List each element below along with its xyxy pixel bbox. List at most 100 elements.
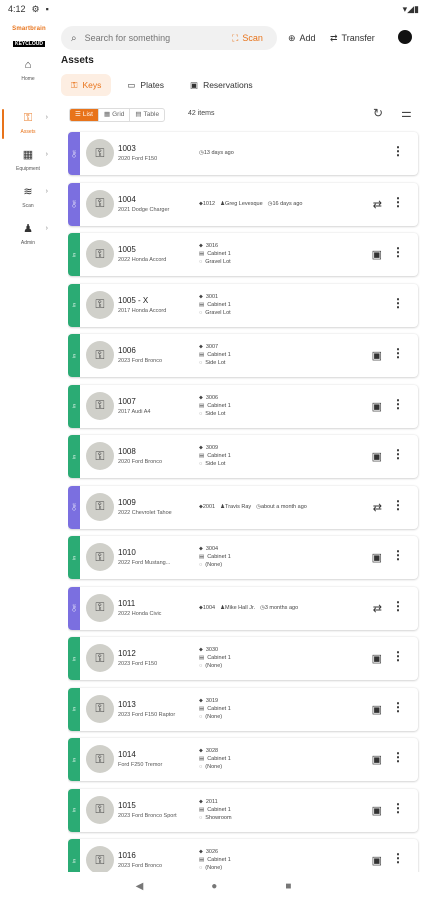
status-strip-in: In (68, 738, 80, 781)
rail-item-scan[interactable]: ≋ Scan › (0, 185, 56, 219)
tab-reservations[interactable]: ▣ Reservations (180, 74, 263, 96)
chevron-right-icon: › (45, 225, 48, 232)
more-options-icon[interactable]: ⋮ (392, 801, 404, 815)
reserve-calendar-icon[interactable]: ▣ (372, 854, 382, 867)
transfer-icon[interactable]: ⇄ (373, 602, 382, 615)
transfer-icon[interactable]: ⇄ (373, 198, 382, 211)
asset-vehicle: 2017 Audi A4 (118, 408, 151, 415)
reserve-calendar-icon[interactable]: ▣ (372, 804, 382, 817)
status-strip-out: Out (68, 586, 80, 630)
more-options-icon[interactable]: ⋮ (392, 498, 404, 512)
meta-slot: ⬥ 3004 (199, 545, 231, 553)
asset-card[interactable]: Out ⚿ 1004 2021 Dodge Charger ⬥1012 ♟Greg Lev… (68, 182, 418, 226)
filter-icon[interactable]: ⚌ (401, 106, 412, 120)
meta-time: ◷3 months ago (260, 605, 298, 612)
more-options-icon[interactable]: ⋮ (392, 195, 404, 209)
account-avatar-icon[interactable] (398, 30, 412, 44)
cabinet-icon: ▤ (199, 806, 205, 813)
rail-item-assets[interactable]: ⚿ Assets › (0, 109, 56, 145)
rail-item-label: Scan (22, 203, 34, 209)
meta-lot: ◌ Side Lot (199, 410, 231, 418)
asset-card[interactable]: In ⚿ 1012 2023 Ford F150 ⬥ 3030 ▤ Cabinet 1 ◌ (No… (68, 637, 418, 680)
more-options-icon[interactable]: ⋮ (392, 599, 404, 613)
more-options-icon[interactable]: ⋮ (392, 548, 404, 562)
more-options-icon[interactable]: ⋮ (392, 649, 404, 663)
asset-card[interactable]: In ⚿ 1010 2022 Ford Mustang... ⬥ 3004 ▤ Cabinet… (68, 536, 418, 579)
key-thumbnail-icon: ⚿ (86, 442, 114, 470)
key-thumbnail-icon: ⚿ (86, 492, 114, 521)
asset-card[interactable]: Out ⚿ 1003 2020 Ford F150 ◷13 days ago ⋮ (68, 132, 418, 175)
more-options-icon[interactable]: ⋮ (392, 245, 404, 259)
key-thumbnail-icon: ⚿ (86, 391, 114, 420)
more-options-icon[interactable]: ⋮ (392, 750, 404, 764)
more-options-icon[interactable]: ⋮ (392, 447, 404, 461)
reserve-calendar-icon[interactable]: ▣ (372, 753, 382, 766)
meta-lot-value: (None) (205, 562, 223, 568)
meta-slot: ⬥ 3016 (199, 242, 231, 250)
reserve-calendar-icon[interactable]: ▣ (372, 551, 382, 564)
more-options-icon[interactable]: ⋮ (392, 346, 404, 360)
view-grid-button[interactable]: ▦ Grid (99, 109, 131, 121)
more-options-icon[interactable]: ⋮ (392, 296, 404, 310)
tab-plates[interactable]: ▭ Plates (117, 74, 174, 96)
meta-lot: ◌ (None) (199, 713, 231, 721)
more-options-icon[interactable]: ⋮ (392, 851, 404, 865)
meta-slot-value: 3006 (205, 394, 219, 401)
rail-item-equipment[interactable]: ▦ Equipment › (0, 148, 56, 182)
meta-cabinet: ▤ Cabinet 1 (199, 301, 231, 309)
rail-item-home[interactable]: ⌂ Home (0, 58, 56, 92)
reserve-calendar-icon[interactable]: ▣ (372, 349, 382, 362)
view-table-button[interactable]: ▤ Table (130, 109, 164, 121)
reserve-calendar-icon[interactable]: ▣ (372, 400, 382, 413)
scan-button[interactable]: ⛶ Scan (232, 28, 263, 48)
rail-item-label: Admin (20, 240, 36, 246)
meta-time-value: 13 days ago (203, 150, 234, 156)
asset-card[interactable]: In ⚿ 1016 2023 Ford Bronco ⬥ 3026 ▤ Cabinet 1 ◌(… (68, 839, 418, 872)
asset-card[interactable]: In ⚿ 1005 2022 Honda Accord ⬥ 3016 ▤ Cabinet 1 ◌… (68, 233, 418, 276)
status-strip-in: In (68, 788, 80, 832)
back-icon[interactable]: ◀ (136, 881, 144, 892)
asset-card[interactable]: In ⚿ 1013 2023 Ford F150 Raptor ⬥ 3019 ▤ Cabine… (68, 687, 418, 731)
asset-card[interactable]: Out ⚿ 1011 2022 Honda Civic ⬥1004 ♟Mike Hall … (68, 586, 418, 630)
asset-card[interactable]: In ⚿ 1014 Ford F250 Tremor ⬥ 3028 ▤ Cabinet 1 ◌(… (68, 738, 418, 781)
key-thumbnail-icon: ⚿ (86, 189, 114, 218)
recents-icon[interactable]: ■ (285, 881, 291, 892)
view-list-button[interactable]: ☰ List (70, 109, 99, 121)
more-options-icon[interactable]: ⋮ (392, 397, 404, 411)
asset-card[interactable]: In ⚿ 1008 2020 Ford Bronco ⬥ 3009 ▤ Cabinet 1 ◌ S… (68, 435, 418, 478)
status-strip-in: In (68, 687, 80, 731)
home-nav-icon[interactable]: ● (211, 881, 217, 892)
asset-name: 1014 (118, 750, 136, 759)
location-pin-icon: ◌ (199, 259, 203, 265)
key-thumbnail-icon: ⚿ (86, 745, 114, 773)
asset-name: 1015 (118, 800, 136, 810)
reserve-calendar-icon[interactable]: ▣ (372, 652, 382, 665)
reserve-calendar-icon[interactable]: ▣ (372, 248, 382, 261)
items-count: 42 items (188, 110, 215, 117)
refresh-icon[interactable]: ↻ (373, 106, 383, 120)
rail-item-admin[interactable]: ♟ Admin › (0, 222, 56, 256)
chevron-right-icon: › (45, 188, 48, 195)
asset-card[interactable]: In ⚿ 1007 2017 Audi A4 ⬥ 3006 ▤ Cabinet 1 ◌ Side … (68, 384, 418, 428)
status-strip-out: Out (68, 132, 80, 175)
transfer-icon[interactable]: ⇄ (373, 501, 382, 514)
meta-slot-value: 2001 (202, 503, 216, 510)
search-input[interactable] (84, 33, 215, 43)
meta-slot: ⬥2001 (199, 504, 215, 511)
asset-card[interactable]: Out ⚿ 1009 2022 Chevrolet Tahoe ⬥2001 ♟Travis… (68, 485, 418, 529)
tab-keys[interactable]: ⚿ Keys (61, 74, 112, 96)
meta-lot: ◌ (None) (199, 763, 231, 771)
cabinet-icon: ▤ (199, 453, 205, 459)
more-options-icon[interactable]: ⋮ (392, 144, 404, 158)
add-button[interactable]: ⊕ Add (288, 28, 316, 48)
asset-card[interactable]: In ⚿ 1015 2023 Ford Bronco Sport ⬥ 2011 ▤ Cabin… (68, 788, 418, 832)
reserve-calendar-icon[interactable]: ▣ (372, 703, 382, 716)
asset-card[interactable]: In ⚿ 1006 2023 Ford Bronco ⬥ 3007 ▤ Cabinet 1 ◌ S… (68, 334, 418, 377)
more-options-icon[interactable]: ⋮ (392, 700, 404, 714)
asset-name: 1011 (118, 598, 136, 608)
reserve-calendar-icon[interactable]: ▣ (372, 450, 382, 463)
transfer-button[interactable]: ⇄ Transfer (330, 28, 375, 48)
plate-icon: ▭ (127, 79, 136, 90)
navigation-rail: Smartbrain KEYCLOUD ⌂ Home ⚿ Assets › ▦ Equipm… (0, 18, 56, 870)
asset-card[interactable]: In ⚿ 1005 - X 2017 Honda Accord ⬥ 3001 ▤ Cabine… (68, 283, 418, 327)
